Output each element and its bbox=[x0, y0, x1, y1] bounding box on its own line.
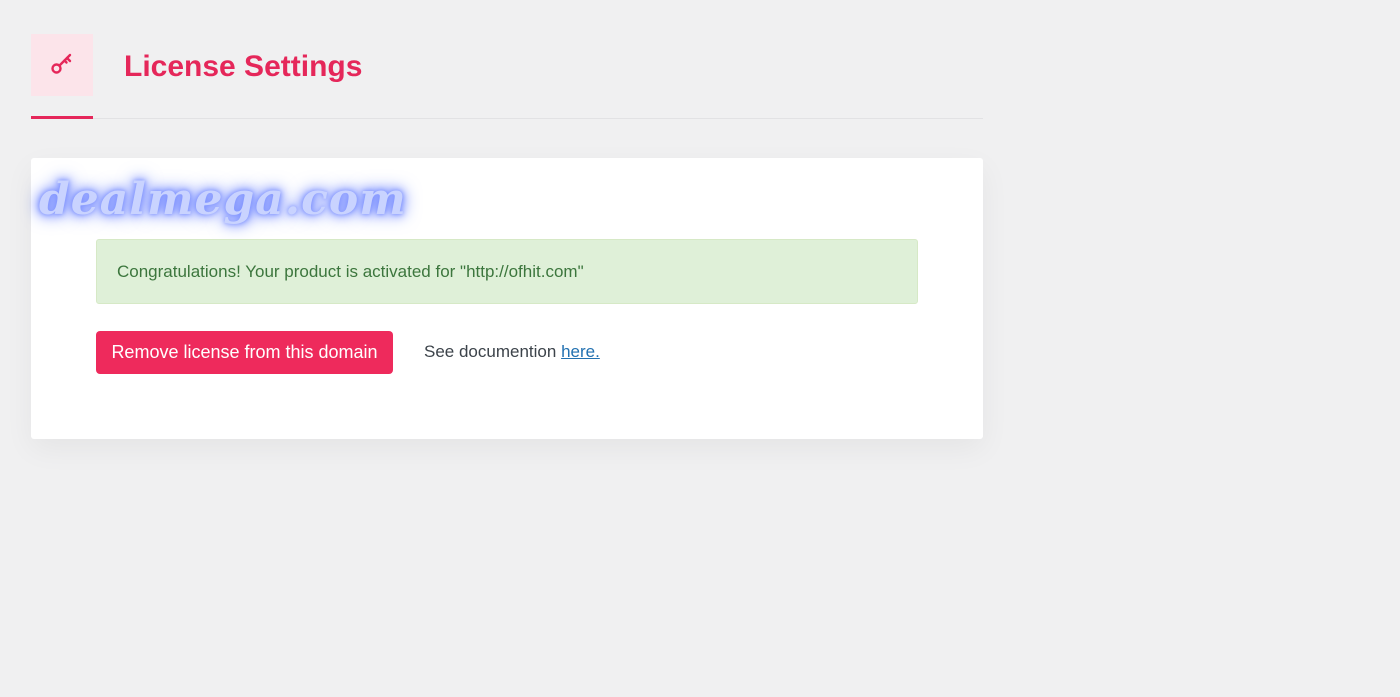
license-tab[interactable] bbox=[31, 34, 93, 96]
active-tab-indicator bbox=[31, 116, 93, 119]
remove-license-button[interactable]: Remove license from this domain bbox=[96, 331, 393, 374]
license-card: dealmega.com Congratulations! Your produ… bbox=[31, 158, 983, 439]
documentation-link[interactable]: here. bbox=[561, 342, 600, 361]
documentation-text: See documention bbox=[424, 342, 557, 361]
header-divider bbox=[31, 118, 983, 119]
page-title: License Settings bbox=[124, 50, 363, 83]
key-icon bbox=[49, 50, 75, 81]
alert-message: Congratulations! Your product is activat… bbox=[117, 261, 584, 281]
success-alert: Congratulations! Your product is activat… bbox=[96, 239, 918, 304]
page-header: License Settings bbox=[31, 34, 983, 119]
documentation-note: See documention here. bbox=[424, 341, 600, 363]
watermark: dealmega.com bbox=[39, 174, 407, 225]
